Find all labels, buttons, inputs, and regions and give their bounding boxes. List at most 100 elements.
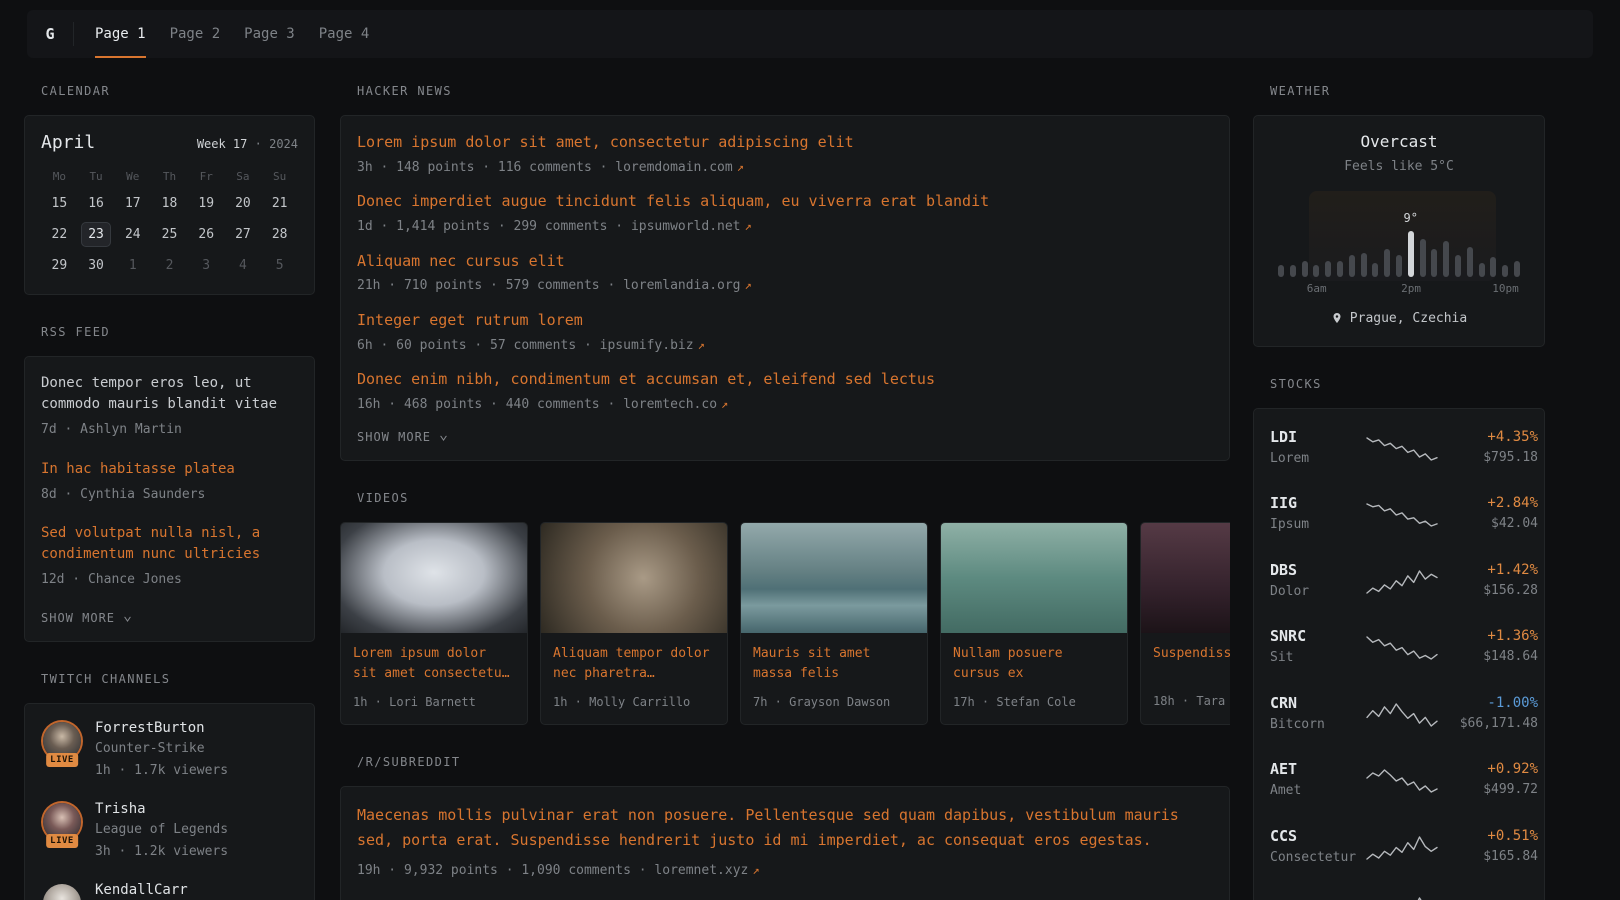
video-title[interactable]: Mauris sit amet massa felis bbox=[741, 633, 927, 684]
stock-change: +1.36% bbox=[1438, 628, 1538, 644]
hn-story-meta: 16h · 468 points · 440 comments · loremt… bbox=[357, 395, 1213, 415]
video-meta: 7h · Grayson Dawson bbox=[741, 685, 927, 724]
channel-game[interactable]: Counter-Strike bbox=[95, 739, 228, 759]
calendar-day[interactable]: 26 bbox=[188, 222, 225, 247]
reddit-post-link[interactable]: Maecenas mollis pulvinar erat non posuer… bbox=[357, 803, 1213, 854]
reddit-post-domain[interactable]: loremnet.xyz bbox=[654, 863, 748, 878]
video-card[interactable]: Lorem ipsum dolor sit amet consectetu… 1… bbox=[340, 522, 528, 724]
stock-identity: DBS Dolor bbox=[1270, 561, 1366, 602]
hn-story-link[interactable]: Donec imperdiet augue tincidunt felis al… bbox=[357, 191, 1213, 213]
calendar-day[interactable]: 16 bbox=[78, 191, 115, 216]
calendar-day-headers: MoTuWeThFrSaSu bbox=[41, 170, 298, 183]
hn-story-link[interactable]: Integer eget rutrum lorem bbox=[357, 310, 1213, 332]
weather-widget: Overcast Feels like 5°C 9° 6am2pm10pm Pr… bbox=[1253, 115, 1545, 347]
calendar-day[interactable]: 30 bbox=[78, 253, 115, 278]
stock-numbers: +0.92% $499.72 bbox=[1438, 761, 1538, 800]
section-title-calendar: CALENDAR bbox=[41, 84, 315, 98]
calendar-day[interactable]: 3 bbox=[188, 253, 225, 278]
stock-row[interactable]: LDI Lorem +4.35% $795.18 bbox=[1270, 415, 1528, 482]
video-title[interactable]: Lorem ipsum dolor sit amet consectetu… bbox=[341, 633, 527, 684]
channel-game[interactable]: League of Legends bbox=[95, 820, 228, 840]
app-logo[interactable]: G bbox=[27, 10, 73, 58]
page-tab[interactable]: Page 2 bbox=[170, 10, 221, 58]
hn-story-link[interactable]: Donec enim nibh, condimentum et accumsan… bbox=[357, 369, 1213, 391]
calendar-day[interactable]: 2 bbox=[151, 253, 188, 278]
twitch-channel[interactable]: KendallCarr bbox=[41, 882, 298, 900]
chevron-down-icon: ⌄ bbox=[123, 612, 133, 618]
stock-row[interactable]: AET Amet +0.92% $499.72 bbox=[1270, 747, 1528, 814]
hn-story-domain[interactable]: ipsumify.biz bbox=[600, 338, 694, 353]
stock-numbers: +4.35% $795.18 bbox=[1438, 429, 1538, 468]
section-title-hackernews: HACKER NEWS bbox=[357, 84, 1230, 98]
twitch-channel[interactable]: LIVE Trisha League of Legends 3h · 1.2k … bbox=[41, 801, 298, 862]
video-card[interactable]: Nullam posuere cursus ex 17h · Stefan Co… bbox=[940, 522, 1128, 724]
page-tab[interactable]: Page 4 bbox=[319, 10, 370, 58]
twitch-channel[interactable]: LIVE ForrestBurton Counter-Strike 1h · 1… bbox=[41, 720, 298, 781]
stock-identity: CRN Bitcorn bbox=[1270, 694, 1366, 735]
calendar-day-number: 24 bbox=[118, 222, 148, 247]
calendar-day[interactable]: 29 bbox=[41, 253, 78, 278]
hn-story-domain[interactable]: loremtech.co bbox=[623, 397, 717, 412]
calendar-day[interactable]: 4 bbox=[225, 253, 262, 278]
hn-story-domain[interactable]: ipsumworld.net bbox=[631, 219, 741, 234]
calendar-day[interactable]: 25 bbox=[151, 222, 188, 247]
weather-bar bbox=[1490, 257, 1496, 277]
stock-row[interactable]: CCS Consectetur +0.51% $165.84 bbox=[1270, 814, 1528, 881]
stock-sparkline bbox=[1366, 433, 1438, 463]
page-tab[interactable]: Page 1 bbox=[95, 10, 146, 58]
stock-row[interactable]: CRN Bitcorn -1.00% $66,171.48 bbox=[1270, 681, 1528, 748]
show-more-label: SHOW MORE bbox=[41, 611, 115, 625]
stock-numbers: +2.84% $42.04 bbox=[1438, 495, 1538, 534]
calendar-day-number: 3 bbox=[191, 253, 221, 278]
calendar-day[interactable]: 19 bbox=[188, 191, 225, 216]
calendar-day[interactable]: 23 bbox=[78, 222, 115, 247]
weather-location[interactable]: Prague, Czechia bbox=[1270, 311, 1528, 326]
hn-story-stats: 6h · 60 points · 57 comments · bbox=[357, 338, 600, 353]
video-title[interactable]: Suspendisse diam bbox=[1141, 633, 1230, 684]
stock-price: $156.28 bbox=[1438, 581, 1538, 601]
hn-story-link[interactable]: Aliquam nec cursus elit bbox=[357, 251, 1213, 273]
video-card[interactable]: Suspendisse diam 18h · Tara bbox=[1140, 522, 1230, 724]
stock-row[interactable]: AHS +0.46% bbox=[1270, 880, 1528, 900]
stock-row[interactable]: DBS Dolor +1.42% $156.28 bbox=[1270, 548, 1528, 615]
hn-story-link[interactable]: Lorem ipsum dolor sit amet, consectetur … bbox=[357, 132, 1213, 154]
video-card[interactable]: Aliquam tempor dolor nec pharetra… 1h · … bbox=[540, 522, 728, 724]
channel-name[interactable]: Trisha bbox=[95, 801, 228, 817]
rss-item-link[interactable]: Donec tempor eros leo, ut commodo mauris… bbox=[41, 373, 298, 415]
hn-story-domain[interactable]: loremdomain.com bbox=[615, 160, 732, 175]
video-meta: 1h · Molly Carrillo bbox=[541, 685, 727, 724]
calendar-day[interactable]: 15 bbox=[41, 191, 78, 216]
calendar-day-number: 5 bbox=[265, 253, 295, 278]
calendar-day-header: Su bbox=[261, 170, 298, 183]
stock-row[interactable]: SNRC Sit +1.36% $148.64 bbox=[1270, 614, 1528, 681]
hn-story-domain[interactable]: loremlandia.org bbox=[623, 278, 740, 293]
stock-change: +0.51% bbox=[1438, 828, 1538, 844]
rss-show-more-button[interactable]: SHOW MORE ⌄ bbox=[41, 609, 133, 625]
calendar-day-number: 25 bbox=[154, 222, 184, 247]
weather-bar bbox=[1396, 255, 1402, 277]
channel-name[interactable]: ForrestBurton bbox=[95, 720, 228, 736]
calendar-day[interactable]: 5 bbox=[261, 253, 298, 278]
calendar-day[interactable]: 20 bbox=[225, 191, 262, 216]
rss-item-link[interactable]: In hac habitasse platea bbox=[41, 459, 298, 480]
calendar-day[interactable]: 17 bbox=[114, 191, 151, 216]
external-link-icon: ↗ bbox=[721, 397, 728, 411]
stock-change: +0.92% bbox=[1438, 761, 1538, 777]
weather-condition: Overcast bbox=[1270, 132, 1528, 151]
video-title[interactable]: Nullam posuere cursus ex bbox=[941, 633, 1127, 684]
channel-name[interactable]: KendallCarr bbox=[95, 882, 188, 898]
calendar-day[interactable]: 1 bbox=[114, 253, 151, 278]
calendar-day[interactable]: 27 bbox=[225, 222, 262, 247]
calendar-day[interactable]: 18 bbox=[151, 191, 188, 216]
calendar-day[interactable]: 24 bbox=[114, 222, 151, 247]
video-title[interactable]: Aliquam tempor dolor nec pharetra… bbox=[541, 633, 727, 684]
hn-show-more-button[interactable]: SHOW MORE⌄ bbox=[357, 428, 449, 444]
rss-item-link[interactable]: Sed volutpat nulla nisl, a condimentum n… bbox=[41, 523, 298, 565]
video-card[interactable]: Mauris sit amet massa felis 7h · Grayson… bbox=[740, 522, 928, 724]
calendar-day[interactable]: 22 bbox=[41, 222, 78, 247]
page-tab[interactable]: Page 3 bbox=[244, 10, 295, 58]
stock-row[interactable]: IIG Ipsum +2.84% $42.04 bbox=[1270, 481, 1528, 548]
calendar-day-number: 20 bbox=[228, 191, 258, 216]
calendar-day[interactable]: 28 bbox=[261, 222, 298, 247]
calendar-day[interactable]: 21 bbox=[261, 191, 298, 216]
